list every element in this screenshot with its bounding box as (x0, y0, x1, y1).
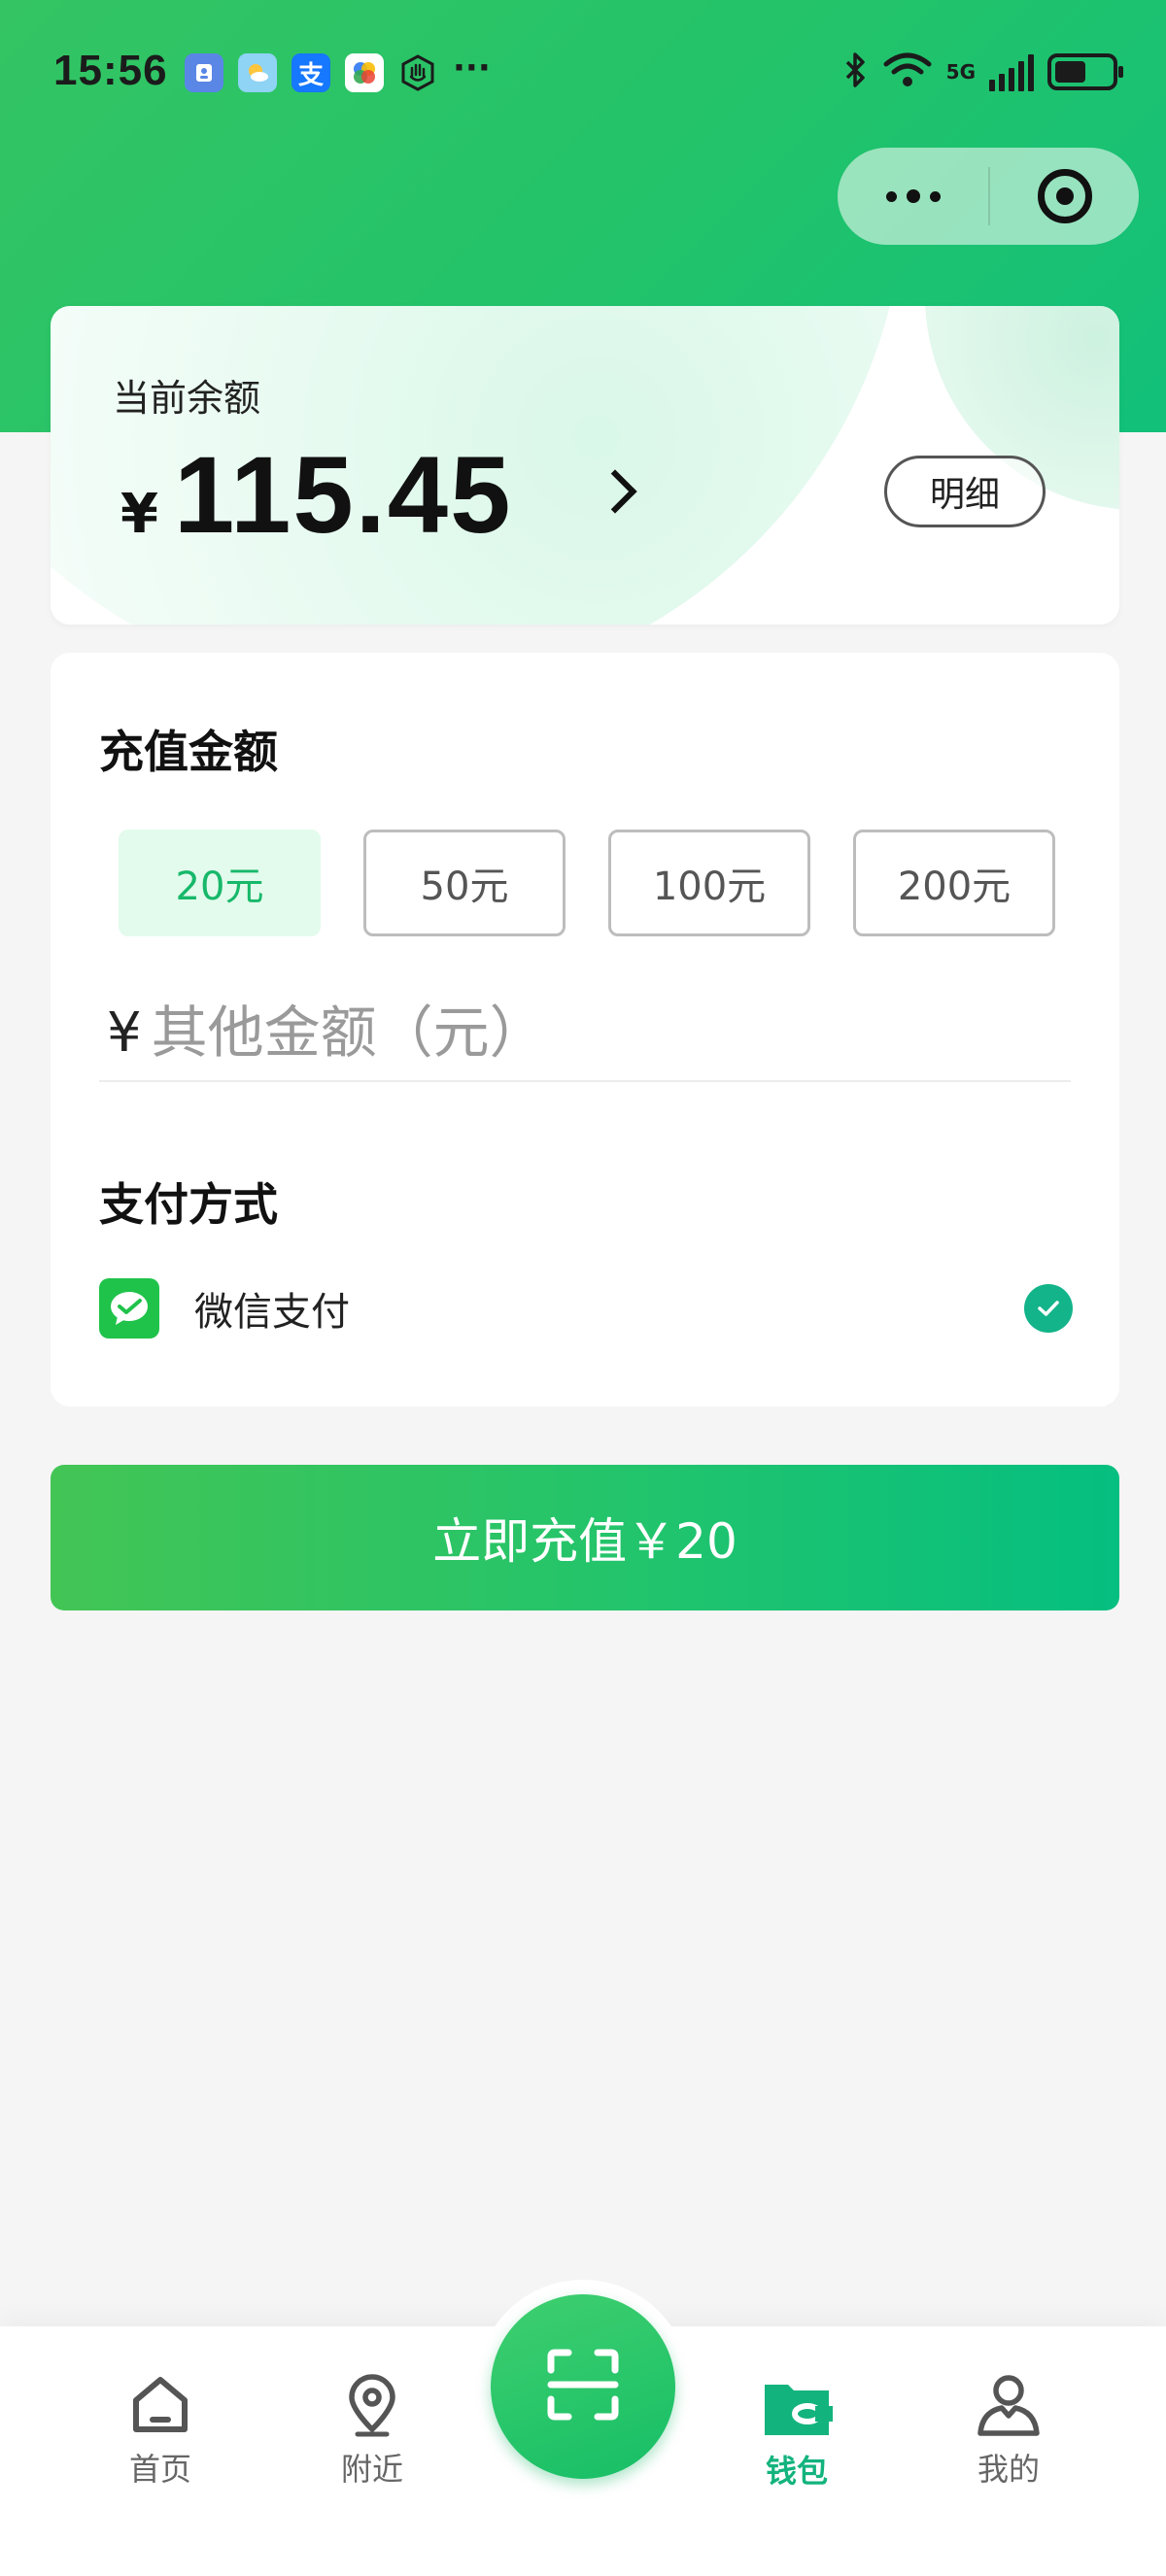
alipay-glyph: 支 (297, 60, 324, 90)
status-bar: 15:56 支 ··· 5G (0, 0, 1166, 146)
balance-amount-row[interactable]: ¥ 115.45 (120, 432, 512, 558)
other-amount-currency: ¥ (107, 1000, 142, 1065)
status-right-group: 5G (841, 51, 1123, 93)
user-icon (975, 2373, 1043, 2441)
close-miniprogram-icon[interactable] (990, 169, 1139, 223)
amount-option-100[interactable]: 100元 (608, 830, 810, 936)
amount-option-20[interactable]: 20元 (119, 830, 321, 936)
tab-me[interactable]: 我的 (941, 2373, 1077, 2490)
miniprogram-capsule[interactable] (838, 148, 1139, 245)
home-icon (128, 2373, 192, 2441)
other-amount-input[interactable] (151, 1000, 1007, 1066)
balance-label: 当前余额 (113, 377, 261, 420)
tab-home[interactable]: 首页 (92, 2373, 228, 2490)
wifi-icon (882, 51, 933, 93)
wallet-icon (761, 2373, 833, 2443)
gesture-app-icon (398, 53, 437, 92)
amount-option-200[interactable]: 200元 (853, 830, 1055, 936)
scan-icon (545, 2347, 621, 2426)
status-time: 15:56 (53, 47, 168, 94)
scan-button[interactable] (491, 2294, 675, 2479)
bluetooth-icon (841, 51, 869, 93)
tab-label-wallet: 钱包 (765, 2453, 828, 2490)
photos-app-icon (345, 53, 384, 92)
payment-method-title: 支付方式 (99, 1178, 278, 1231)
network-type: 5G (945, 60, 976, 84)
contacts-app-icon (185, 53, 223, 92)
balance-amount: 115.45 (173, 434, 513, 556)
amount-option-50[interactable]: 50元 (363, 830, 566, 936)
currency-symbol: ¥ (120, 483, 158, 546)
weather-app-icon (238, 53, 277, 92)
tab-label-home: 首页 (128, 2451, 191, 2488)
location-pin-icon (340, 2373, 404, 2441)
battery-level-fill (1055, 61, 1085, 83)
recharge-now-button[interactable]: 立即充值￥20 (51, 1465, 1119, 1610)
payment-method-label: 微信支付 (194, 1290, 350, 1335)
battery-icon (1047, 53, 1123, 90)
other-amount-field: ¥ (99, 985, 1071, 1082)
tab-label-me: 我的 (977, 2451, 1040, 2488)
recharge-card: 充值金额 20元 50元 100元 200元 ¥ 支付方式 微信支付 (51, 653, 1119, 1407)
balance-card: 当前余额 ¥ 115.45 明细 (51, 306, 1119, 625)
alipay-app-icon: 支 (292, 53, 330, 92)
tab-wallet[interactable]: 钱包 (729, 2373, 865, 2491)
signal-strength-icon (989, 52, 1034, 91)
checkmark-icon[interactable] (1024, 1284, 1073, 1333)
amount-options: 20元 50元 100元 200元 (119, 830, 1055, 936)
recharge-amount-title: 充值金额 (99, 726, 278, 778)
wechat-pay-icon (99, 1278, 159, 1339)
tab-label-nearby: 附近 (340, 2451, 403, 2488)
wechat-pay-option[interactable]: 微信支付 (99, 1274, 1073, 1342)
more-menu-icon[interactable] (838, 189, 988, 203)
tab-nearby[interactable]: 附近 (304, 2373, 440, 2490)
status-more-indicator: ··· (453, 49, 491, 87)
detail-button[interactable]: 明细 (884, 456, 1046, 527)
